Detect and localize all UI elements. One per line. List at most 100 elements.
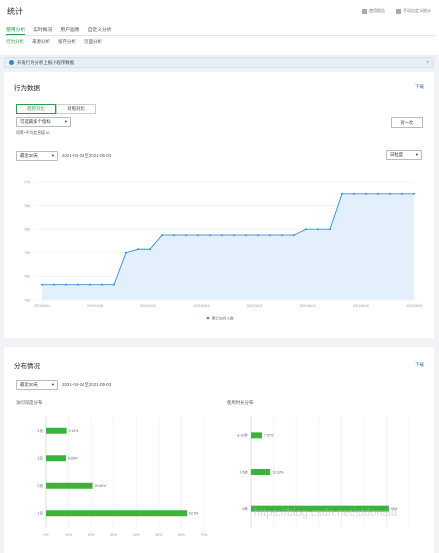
seg-compare[interactable]: 对照对比 (56, 104, 96, 114)
x-tick-label: 50% (155, 533, 162, 537)
distribution-title: 分布情况 (14, 363, 40, 370)
category-label: 6-10秒 (237, 433, 248, 438)
legend-label: 累计访问人数 (212, 315, 234, 320)
y-tick-label: 764 (24, 251, 30, 255)
x-tick-label: 20% (88, 533, 95, 537)
chevron-down-icon: ▾ (51, 153, 54, 158)
data-point (197, 234, 199, 237)
option-label[interactable]: 同等+平均信息值 ☑ (16, 130, 49, 136)
data-point (377, 192, 379, 195)
chevron-down-icon: ▾ (51, 382, 54, 387)
data-point (209, 234, 211, 237)
granularity-select[interactable]: 日粒度 ▾ (386, 150, 422, 160)
data-point (173, 234, 175, 237)
bar (251, 432, 263, 439)
duration-bar-chart: 6-10秒 7.67%1-5秒 13.33%0秒 96% (237, 417, 410, 527)
data-point (185, 234, 187, 237)
y-tick-label: 770 (24, 180, 30, 184)
data-point (365, 192, 367, 195)
data-point (41, 283, 43, 286)
x-tick-label: 2021/04/20 (247, 304, 263, 308)
category-label: 1-5秒 (239, 469, 248, 474)
data-point (317, 228, 319, 231)
data-point (341, 192, 343, 195)
x-tick-label: 70% (201, 533, 208, 537)
info-icon (9, 60, 14, 65)
x-tick-label: 2021/04/12 (140, 304, 156, 308)
distribution-card: 分布情况 下载 最近30天 ▾ 2021-04-04至2021-05-03 访问深… (4, 347, 434, 553)
notice-text: 开发行为分析上报小程序数据 (17, 59, 75, 65)
data-point (281, 234, 283, 237)
category-label: 4页 (37, 428, 43, 433)
depth-bar-chart: 0% 10% 20% 30% 40% 50% 60% 70% 4页 9.13% 3页 8.89% 2页 2… (37, 417, 208, 537)
behavior-card: 行为数据 下载 趋势对比 对照对比 可选最多个指标 ▾ 同等+平均信息值 ☑ 对一… (4, 72, 434, 338)
category-label: 2页 (37, 483, 43, 488)
subtab-retention[interactable]: 留存分析 (58, 39, 76, 45)
distribution-download-link[interactable]: 下载 (415, 362, 424, 368)
data-point (305, 228, 307, 231)
data-point (125, 251, 127, 254)
close-icon[interactable]: × (426, 60, 429, 66)
data-point (329, 228, 331, 231)
chevron-down-icon: ▾ (64, 119, 67, 124)
area-fill (42, 193, 414, 300)
data-point (245, 234, 247, 237)
behavior-download-link[interactable]: 下载 (415, 84, 424, 90)
data-point (293, 234, 295, 237)
compare-segment: 趋势对比 对照对比 (16, 104, 96, 114)
x-tick-label: 2021/04/16 (193, 304, 209, 308)
duration-dist-title: 使用时长分布 (227, 400, 254, 405)
data-point (389, 192, 391, 195)
y-tick-label: 766 (24, 228, 30, 232)
x-tick-label: 2021/04/08 (87, 304, 103, 308)
category-label: 3页 (37, 456, 43, 461)
x-tick-label: 2021/05/03 (406, 304, 422, 308)
tab-usage[interactable]: 使用分析 (6, 26, 26, 35)
range-select[interactable]: 最近30天 ▾ (16, 151, 58, 161)
data-point (221, 234, 223, 237)
report-icon (362, 8, 367, 14)
data-point (353, 192, 355, 195)
bar (46, 510, 188, 517)
data-point (233, 234, 235, 237)
x-tick-label: 10% (65, 533, 72, 537)
tab-custom[interactable]: 自定义分析 (88, 26, 112, 35)
notice-bar: 开发行为分析上报小程序数据 × (4, 57, 434, 68)
bar-value-label: 8.89% (68, 457, 78, 461)
dist-range-select[interactable]: 最近30天 ▾ (16, 380, 58, 390)
dist-date-range: 2021-04-04至2021-05-03 (62, 382, 112, 387)
seg-trend[interactable]: 趋势对比 (16, 104, 56, 114)
bar (46, 455, 67, 462)
tab-portrait[interactable]: 用户画像 (60, 26, 79, 35)
behavior-title: 行为数据 (14, 85, 40, 92)
subtab-behavior[interactable]: 行为分析 (6, 39, 24, 45)
bar-value-label: 62.5% (189, 512, 199, 516)
watermark: https://blog.csdn.net/stdonald (254, 507, 398, 519)
category-label: 0秒 (242, 506, 248, 511)
x-tick-label: 0% (44, 533, 49, 537)
y-tick-label: 768 (24, 204, 30, 208)
y-tick-label: 762 (24, 275, 30, 279)
page-title: 统计 (7, 7, 23, 16)
compare-button[interactable]: 对一比 (391, 117, 423, 128)
bar (46, 482, 93, 489)
metric-select[interactable]: 可选最多个指标 ▾ (16, 117, 71, 127)
data-point (413, 192, 415, 195)
doc-icon (396, 8, 401, 14)
data-point (101, 283, 103, 286)
subtab-source[interactable]: 来源分析 (32, 39, 50, 45)
x-tick-label: 60% (178, 533, 185, 537)
subtab-page[interactable]: 页面分析 (84, 39, 102, 45)
tab-realtime[interactable]: 实时概况 (33, 26, 52, 35)
x-tick-label: 2021/04/24 (300, 304, 316, 308)
data-point (77, 283, 79, 286)
divider (4, 35, 435, 36)
bar-value-label: 13.33% (272, 470, 284, 474)
data-point (65, 283, 67, 286)
data-point (113, 283, 115, 286)
custom-stats-link[interactable]: 手动自定义统计 (396, 8, 431, 14)
depth-dist-title: 访问深度分布 (16, 400, 43, 405)
report-link[interactable]: 使用报告 (362, 8, 385, 14)
date-range: 2021-04-04至2021-05-03 (62, 153, 112, 158)
data-point (89, 283, 91, 286)
